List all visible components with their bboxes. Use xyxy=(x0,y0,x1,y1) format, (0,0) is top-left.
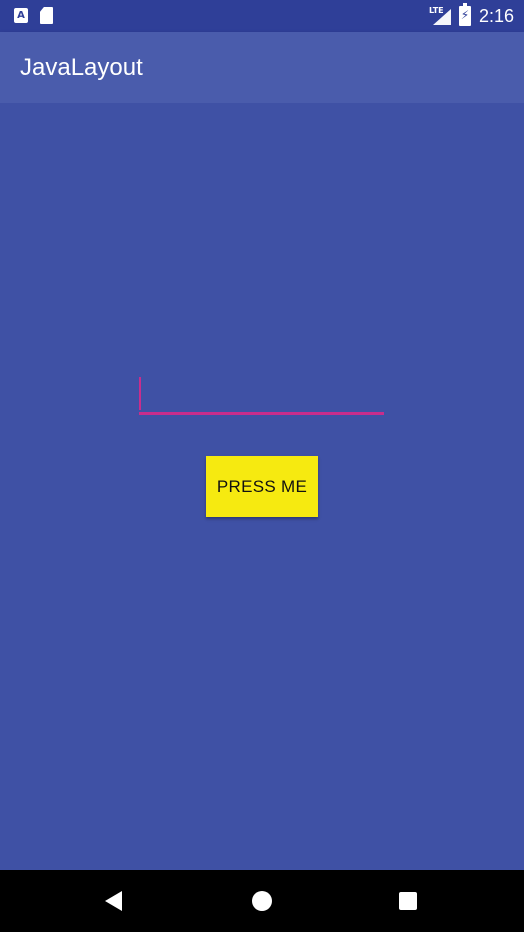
notification-icons xyxy=(14,7,53,24)
press-me-button[interactable]: PRESS ME xyxy=(206,456,318,517)
status-bar: LTE 2:16 xyxy=(0,0,524,32)
battery-charging-icon xyxy=(458,3,471,26)
status-clock: 2:16 xyxy=(478,5,514,26)
signal-strength-icon xyxy=(432,9,451,25)
app-bar: JavaLayout xyxy=(0,32,524,103)
system-icons: LTE 2:16 xyxy=(429,0,514,32)
home-icon[interactable] xyxy=(252,891,272,911)
text-input[interactable] xyxy=(139,377,384,415)
sd-card-icon xyxy=(40,7,53,24)
main-content: PRESS ME xyxy=(0,103,524,870)
navigation-bar xyxy=(0,870,524,932)
text-cursor xyxy=(139,377,141,410)
back-icon[interactable] xyxy=(105,891,122,911)
app-title: JavaLayout xyxy=(20,54,143,81)
notification-a-icon xyxy=(14,8,28,23)
recents-icon[interactable] xyxy=(399,892,417,910)
lte-signal-icon: LTE xyxy=(429,6,451,25)
